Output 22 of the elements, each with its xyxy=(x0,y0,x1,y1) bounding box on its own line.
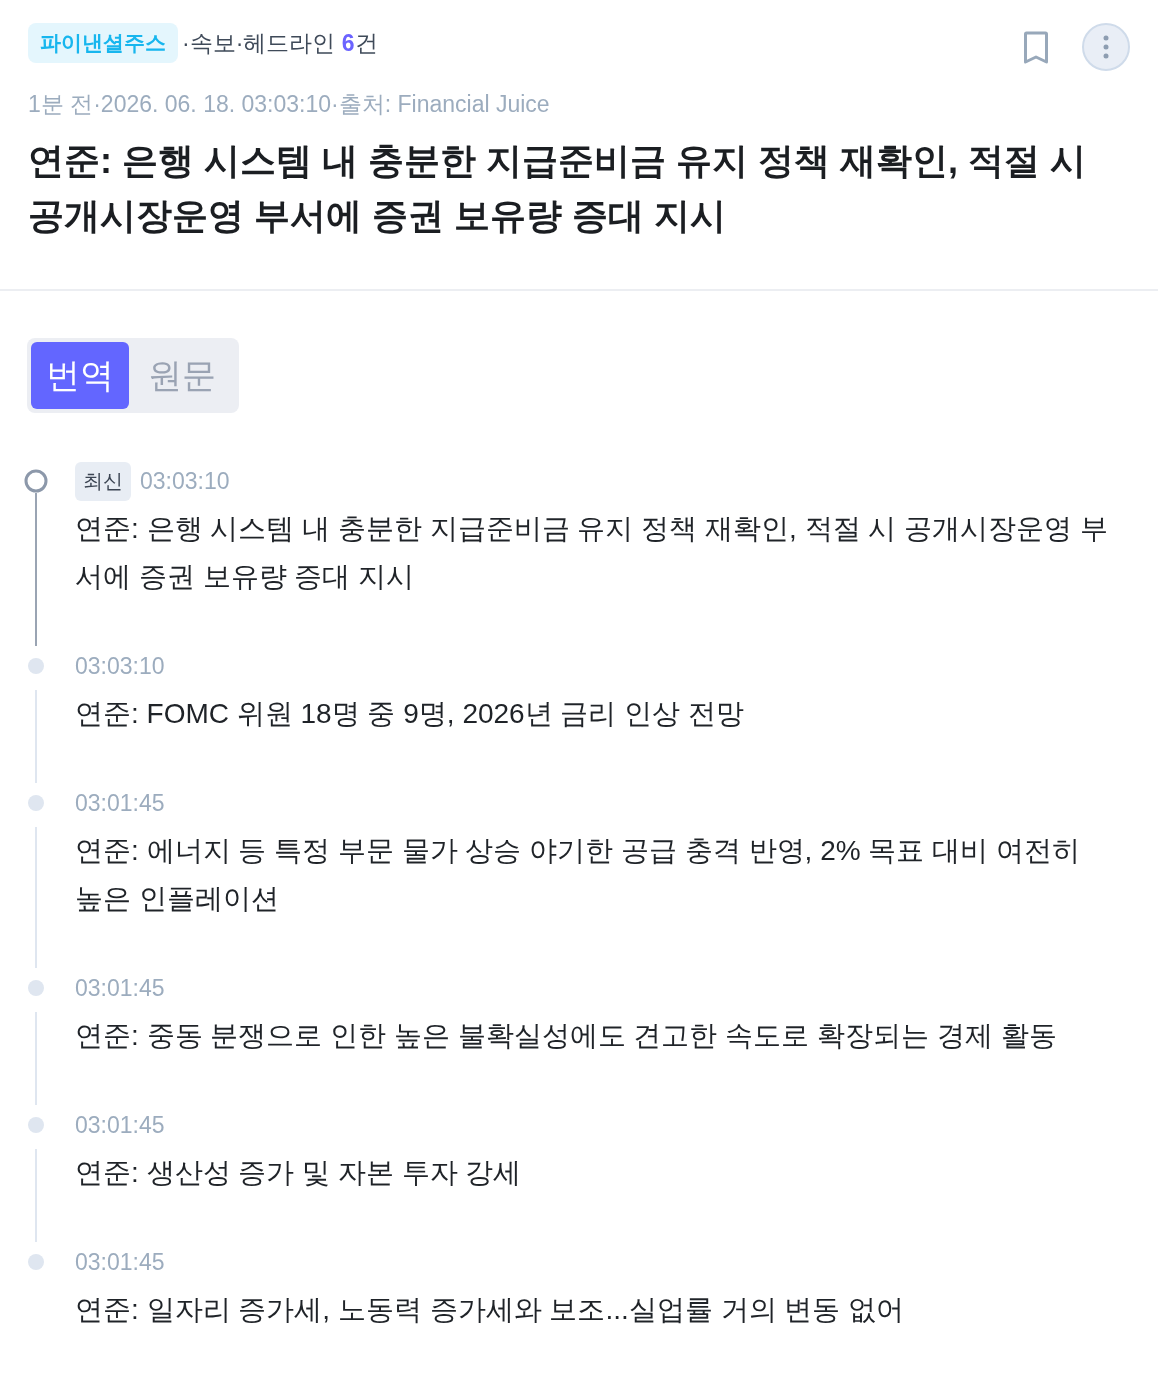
latest-badge: 최신 xyxy=(75,461,131,501)
time-text: 03:01:45 xyxy=(75,973,165,1003)
article-meta: 1분 전·2026. 06. 18. 03:03:10·출처: Financial Juice xyxy=(28,90,551,119)
news-text: 연준: 일자리 증가세, 노동력 증가세와 보조...실업률 거의 변동 없어 xyxy=(75,1293,906,1327)
more-icon xyxy=(1103,35,1109,59)
news-text: 연준: 생산성 증가 및 자본 투자 강세 xyxy=(75,1156,523,1190)
time-text: 03:01:45 xyxy=(75,1247,165,1277)
source-tag[interactable]: 파이낸셜주스 xyxy=(28,23,178,63)
headline-summary: ·속보·헤드라인 6건 xyxy=(182,28,378,58)
tab[interactable]: 번역 xyxy=(31,342,129,409)
tab[interactable]: 원문 xyxy=(129,342,235,409)
news-text: 연준: 중동 분쟁으로 인한 높은 불확실성에도 견고한 속도로 확장되는 경제 활동 xyxy=(75,1019,1058,1053)
news-text: 연준: FOMC 위원 18명 중 9명, 2026년 금리 인상 전망 xyxy=(75,697,745,731)
bookmark-icon xyxy=(1023,30,1049,64)
time-text: 03:03:10 xyxy=(75,651,165,681)
time-text: 03:01:45 xyxy=(75,788,165,818)
news-text: 연준: 은행 시스템 내 충분한 지급준비금 유지 정책 재확인, 적절 시 공개시장운영 부서에 증권 보유량 증대 지시 xyxy=(75,512,1109,594)
more-options-button[interactable] xyxy=(1082,23,1130,71)
news-text: 연준: 에너지 등 특정 부문 물가 상승 야기한 공급 충격 반영, 2% 목표 대비 여전히 높은 인플레이션 xyxy=(75,834,1081,916)
article-title: 연준: 은행 시스템 내 충분한 지급준비금 유지 정책 재확인, 적절 시 공개시장운영 부서에 증권 보유량 증대 지시 xyxy=(28,139,1087,238)
time-text: 03:01:45 xyxy=(75,1110,165,1140)
time-text: 03:03:10 xyxy=(140,466,230,496)
